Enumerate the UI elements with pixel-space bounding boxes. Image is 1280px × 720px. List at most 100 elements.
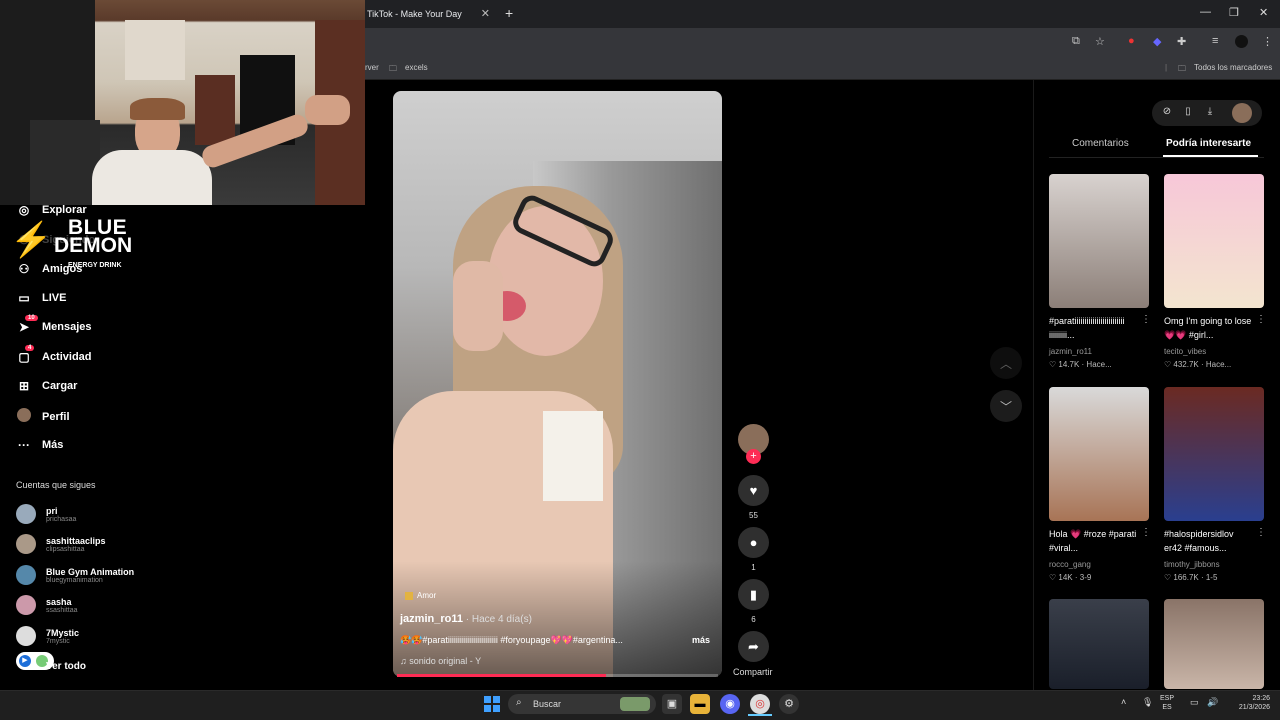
- file-explorer-icon[interactable]: ▬: [690, 694, 710, 714]
- tag-label: Amor: [417, 591, 437, 600]
- media-queue-icon[interactable]: ≡: [1212, 35, 1218, 47]
- recommended-video-user[interactable]: rocco_gang: [1049, 560, 1091, 569]
- more-options-icon[interactable]: ⋮: [1141, 527, 1151, 538]
- profile-avatar-icon[interactable]: [1235, 35, 1248, 48]
- recommended-video-thumbnail[interactable]: [1164, 387, 1264, 521]
- recommended-video-thumbnail[interactable]: [1164, 174, 1264, 308]
- sidebar-item-label: Más: [42, 439, 64, 451]
- video-player[interactable]: [393, 91, 722, 677]
- video-author[interactable]: jazmin_ro11 · Hace 4 día(s): [400, 613, 532, 625]
- recommended-video-title[interactable]: #halospidersidlov er42 #famous...: [1164, 527, 1252, 555]
- previous-video-button[interactable]: ︿: [990, 347, 1022, 379]
- tab-podria-interesarte[interactable]: Podría interesarte: [1166, 138, 1251, 149]
- sidebar-item-actividad[interactable]: ▢ 4 Actividad: [16, 345, 92, 364]
- comment-button[interactable]: ●: [738, 527, 769, 558]
- followed-account[interactable]: sashittaaclips clipsashittaa: [16, 534, 106, 554]
- extension-shield-icon[interactable]: ◆: [1153, 35, 1161, 48]
- bookmarks-bar: rver 🗀 excels | 🗀 Todos los marcadores: [365, 56, 1280, 80]
- taskbar-search[interactable]: ⌕ Buscar: [508, 694, 656, 714]
- recommended-video-thumbnail[interactable]: [1049, 174, 1149, 308]
- chevron-up-icon: ︿: [999, 356, 1012, 371]
- discord-icon[interactable]: ◉: [720, 694, 740, 714]
- bookmark-fragment[interactable]: rver: [365, 63, 379, 72]
- sidebar-item-cargar[interactable]: ⊞ Cargar: [16, 379, 78, 393]
- webcam-overlay: [0, 0, 365, 205]
- download-icon[interactable]: ⤓: [1200, 102, 1220, 122]
- more-icon: ···: [18, 438, 30, 452]
- task-view-icon[interactable]: ▣: [662, 694, 682, 714]
- followed-account[interactable]: 7Mystic 7mystic: [16, 626, 79, 646]
- like-count: 55: [749, 511, 758, 520]
- sidebar-item-mas[interactable]: ··· Más: [16, 438, 63, 452]
- compass-tool-icon[interactable]: ⊘: [1157, 102, 1177, 122]
- recommended-video-title[interactable]: #paratiiiiiiiiiiiiiiiiiiiiiiiii iiiiiiii…: [1049, 314, 1137, 342]
- extension-red-icon[interactable]: ●: [1128, 35, 1135, 47]
- author-username: jazmin_ro11: [400, 613, 463, 625]
- recommended-video-user[interactable]: timothy_jibbons: [1164, 560, 1220, 569]
- tab-close-icon[interactable]: ✕: [481, 7, 490, 20]
- followed-account[interactable]: Blue Gym Animation bluegymanimation: [16, 565, 134, 585]
- app-icon[interactable]: ⚙: [779, 694, 799, 714]
- all-bookmarks-button[interactable]: Todos los marcadores: [1194, 63, 1272, 72]
- blue-demon-logo: ⚡ BLUE DEMON ENERGY DRINK: [8, 212, 133, 272]
- followed-account[interactable]: sasha ssashittaa: [16, 595, 78, 615]
- extensions-puzzle-icon[interactable]: ✚: [1177, 35, 1186, 48]
- recommended-video-stats: ♡ 14.7K · Hace...: [1049, 360, 1112, 369]
- sidebar-item-live[interactable]: ▭ LIVE: [16, 291, 66, 305]
- messages-icon: ➤ 10: [16, 315, 38, 334]
- recommended-video-stats: ♡ 432.7K · Hace...: [1164, 360, 1232, 369]
- video-progress-fill: [397, 674, 606, 677]
- minimize-icon[interactable]: —: [1200, 6, 1211, 18]
- language-indicator[interactable]: ESP ES: [1160, 694, 1174, 712]
- user-avatar[interactable]: [1232, 103, 1252, 123]
- sound-label: sonido original - Y: [409, 656, 482, 666]
- sidebar-item-perfil[interactable]: Perfil: [16, 408, 70, 425]
- mobile-icon[interactable]: ▯: [1178, 102, 1198, 122]
- video-tag[interactable]: Amor: [405, 591, 436, 600]
- recommended-video-title[interactable]: Hola 💗 #roze #parati #viral...: [1049, 527, 1137, 555]
- folder-icon: 🗀: [1178, 64, 1186, 73]
- recommended-video-stats: ♡ 166.7K · 1-5: [1164, 573, 1218, 582]
- windows-start-icon[interactable]: [484, 696, 500, 712]
- recommended-video-thumbnail[interactable]: [1049, 387, 1149, 521]
- recommended-video-user[interactable]: jazmin_ro11: [1049, 347, 1092, 356]
- tab-comentarios[interactable]: Comentarios: [1072, 138, 1129, 149]
- see-all-link[interactable]: Ver todo: [46, 661, 86, 672]
- more-options-icon[interactable]: ⋮: [1256, 314, 1266, 325]
- microphone-icon[interactable]: 🎙: [1142, 697, 1153, 708]
- comment-icon: ●: [749, 535, 758, 550]
- network-icon[interactable]: ▭: [1190, 697, 1199, 708]
- save-button[interactable]: ▮: [738, 579, 769, 610]
- recommended-video-thumbnail[interactable]: [1049, 599, 1149, 689]
- new-tab-button[interactable]: +: [505, 5, 513, 21]
- share-button[interactable]: ➦: [738, 631, 769, 662]
- bookmark-folder-excels[interactable]: excels: [405, 63, 428, 72]
- account-handle: ssashittaa: [46, 606, 78, 614]
- browser-tab[interactable]: TikTok - Make Your Day ✕: [365, 0, 500, 28]
- follow-plus-icon[interactable]: +: [746, 449, 761, 464]
- install-app-icon[interactable]: ⧉: [1072, 35, 1080, 48]
- tray-chevron-icon[interactable]: ˄: [1121, 697, 1126, 707]
- search-label: Buscar: [533, 699, 562, 709]
- recommended-video-user[interactable]: tecito_vibes: [1164, 347, 1206, 356]
- bookmark-star-icon[interactable]: ☆: [1095, 35, 1105, 48]
- like-button[interactable]: ♥: [738, 475, 769, 506]
- followed-account[interactable]: pri prichasaa: [16, 504, 76, 524]
- clock[interactable]: 23:26 21/3/2026: [1225, 694, 1270, 712]
- sidebar-item-mensajes[interactable]: ➤ 10 Mensajes: [16, 315, 92, 334]
- restore-icon[interactable]: ❐: [1229, 6, 1239, 19]
- more-options-icon[interactable]: ⋮: [1256, 527, 1266, 538]
- next-video-button[interactable]: ﹀: [990, 390, 1022, 422]
- recommended-video-thumbnail[interactable]: [1164, 599, 1264, 689]
- tabs-divider: [1049, 157, 1264, 158]
- account-handle: 7mystic: [46, 637, 70, 645]
- window-close-icon[interactable]: ✕: [1259, 6, 1268, 19]
- more-options-icon[interactable]: ⋮: [1141, 314, 1151, 325]
- volume-icon[interactable]: 🔊: [1207, 697, 1218, 708]
- chrome-icon[interactable]: ◎: [750, 694, 770, 714]
- share-label: Compartir: [733, 667, 773, 677]
- recommended-video-title[interactable]: Omg I'm going to lose 💗💗 #girl...: [1164, 314, 1252, 342]
- browser-menu-icon[interactable]: ⋮: [1262, 35, 1273, 48]
- description-more-button[interactable]: más: [692, 635, 710, 645]
- video-sound[interactable]: ♫ sonido original - Y: [400, 656, 481, 666]
